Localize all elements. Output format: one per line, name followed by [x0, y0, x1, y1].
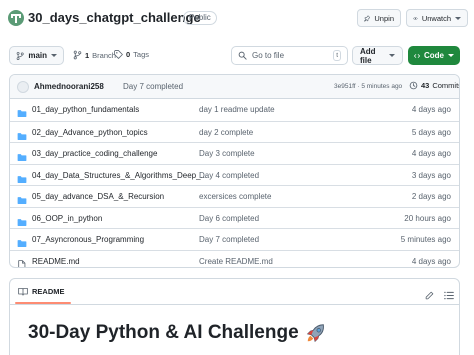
code-label: Code: [424, 51, 444, 60]
file-row[interactable]: 07_Asyncronous_Programming Day 7 complete…: [10, 228, 459, 250]
file-name-link[interactable]: 02_day_Advance_python_topics: [32, 128, 148, 137]
file-commit-date: 2 days ago: [411, 192, 451, 201]
readme-outline-button[interactable]: [444, 287, 454, 305]
keyboard-shortcut-badge: t: [333, 50, 341, 61]
unpin-label: Unpin: [374, 13, 394, 23]
readme-tab[interactable]: README: [18, 287, 65, 296]
file-commit-message-link[interactable]: excersices complete: [199, 192, 271, 201]
rocket-icon: [306, 324, 324, 343]
file-row[interactable]: 01_day_python_fundamentals day 1 readme u…: [10, 99, 459, 121]
branches-count: 1: [85, 50, 90, 60]
branch-select[interactable]: main: [9, 46, 64, 65]
file-row[interactable]: 06_OOP_in_python Day 6 completed 20 hours …: [10, 206, 459, 229]
file-icon: [17, 257, 26, 267]
unwatch-button[interactable]: Unwatch: [406, 9, 468, 27]
git-branch-icon: [73, 50, 82, 60]
file-name-link[interactable]: README.md: [32, 257, 80, 266]
file-commit-date: 5 days ago: [411, 127, 451, 137]
readme-panel: README 30-Day Python & AI Challenge: [9, 278, 460, 355]
commit-message-link[interactable]: Day 7 completed: [123, 82, 183, 91]
search-icon: [238, 51, 247, 60]
repo-name-link[interactable]: 30_days_chatgpt_challenge: [28, 9, 201, 27]
file-commit-message-link[interactable]: Day 3 complete: [199, 149, 255, 158]
unpin-button[interactable]: Unpin: [357, 9, 401, 27]
file-table: Ahmednoorani258 Day 7 completed 3e951ff …: [9, 74, 460, 268]
eye-icon: [413, 16, 418, 20]
git-branch-icon: [16, 51, 24, 60]
file-commit-message-link[interactable]: Create README.md: [199, 257, 273, 266]
pencil-icon: [425, 291, 434, 300]
active-tab-indicator: [15, 302, 71, 304]
add-file-label: Add file: [360, 46, 376, 65]
chevron-down-icon: [51, 54, 57, 57]
file-commit-date: 4 days ago: [411, 256, 451, 266]
book-icon: [18, 287, 28, 296]
file-row[interactable]: 02_day_Advance_python_topics day 2 comple…: [10, 120, 459, 143]
readme-tab-label: README: [32, 287, 65, 296]
chevron-down-icon: [448, 54, 454, 57]
go-to-file-input[interactable]: Go to file t: [231, 46, 348, 65]
tags-link[interactable]: 0 Tags: [114, 50, 149, 59]
readme-header: README: [10, 279, 459, 305]
unwatch-label: Unwatch: [421, 13, 451, 23]
branches-label: Branch: [92, 50, 116, 60]
list-unordered-icon: [444, 291, 454, 300]
avatar-glyph-icon: [11, 14, 21, 23]
file-row[interactable]: 04_day_Data_Structures_&_Algorithms_Deep…: [10, 163, 459, 186]
tags-label: Tags: [133, 50, 150, 59]
tags-count: 0: [126, 50, 131, 59]
chevron-down-icon: [455, 16, 461, 20]
file-name-link[interactable]: 07_Asyncronous_Programming: [32, 235, 144, 244]
file-commit-date: 3 days ago: [411, 170, 451, 180]
add-file-button[interactable]: Add file: [352, 46, 403, 65]
pin-icon: [364, 14, 371, 22]
file-commit-message-link[interactable]: Day 4 completed: [199, 171, 259, 180]
file-name-link[interactable]: 03_day_practice_coding_challenge: [32, 149, 157, 158]
commit-author-avatar[interactable]: [17, 81, 29, 93]
file-commit-date: 4 days ago: [411, 105, 451, 114]
chevron-down-icon: [389, 54, 395, 57]
file-name-link[interactable]: 04_day_Data_Structures_&_Algorithms_Deep…: [32, 171, 207, 180]
visibility-badge: Public: [183, 11, 217, 25]
branch-name: main: [28, 51, 47, 60]
file-commit-date: 5 minutes ago: [400, 235, 451, 244]
commits-history-link[interactable]: 43 Commits: [409, 81, 460, 90]
commits-label: Commits: [432, 81, 460, 90]
code-button[interactable]: Code: [408, 46, 460, 65]
commit-author-link[interactable]: Ahmednoorani258: [34, 82, 104, 91]
history-icon: [409, 81, 418, 90]
file-commit-message-link[interactable]: day 1 readme update: [199, 105, 275, 114]
branches-link[interactable]: 1 Branch: [73, 50, 116, 60]
commits-count: 43: [421, 81, 430, 90]
tag-icon: [114, 50, 123, 59]
file-commit-message-link[interactable]: day 2 complete: [199, 128, 253, 137]
readme-heading-text: 30-Day Python & AI Challenge: [28, 322, 299, 343]
repo-header: 30_days_chatgpt_challenge Public Unpin U…: [0, 0, 474, 40]
commit-hash-time[interactable]: 3e951ff · 5 minutes ago: [334, 83, 402, 90]
edit-readme-button[interactable]: [425, 287, 434, 305]
file-commit-date: 20 hours ago: [404, 213, 451, 223]
readme-heading: 30-Day Python & AI Challenge: [28, 322, 327, 344]
file-name-link[interactable]: 01_day_python_fundamentals: [32, 105, 139, 114]
file-row[interactable]: 05_day_advance_DSA_&_Recursion excersices…: [10, 185, 459, 207]
file-commit-message-link[interactable]: Day 6 completed: [199, 214, 259, 223]
file-name-link[interactable]: 05_day_advance_DSA_&_Recursion: [32, 192, 164, 201]
file-row[interactable]: README.md Create README.md 4 days ago: [10, 249, 459, 267]
latest-commit-bar: Ahmednoorani258 Day 7 completed 3e951ff …: [10, 75, 459, 99]
code-brackets-icon: [414, 53, 420, 58]
file-row[interactable]: 03_day_practice_coding_challenge Day 3 co…: [10, 142, 459, 164]
repo-toolbar: main 1 Branch 0 Tags Go to file t Add fi…: [0, 46, 474, 66]
file-commit-message-link[interactable]: Day 7 completed: [199, 235, 259, 244]
repo-owner-avatar[interactable]: [8, 10, 24, 26]
file-commit-date: 4 days ago: [411, 149, 451, 158]
file-name-link[interactable]: 06_OOP_in_python: [32, 214, 102, 223]
go-to-file-placeholder: Go to file: [252, 51, 285, 60]
